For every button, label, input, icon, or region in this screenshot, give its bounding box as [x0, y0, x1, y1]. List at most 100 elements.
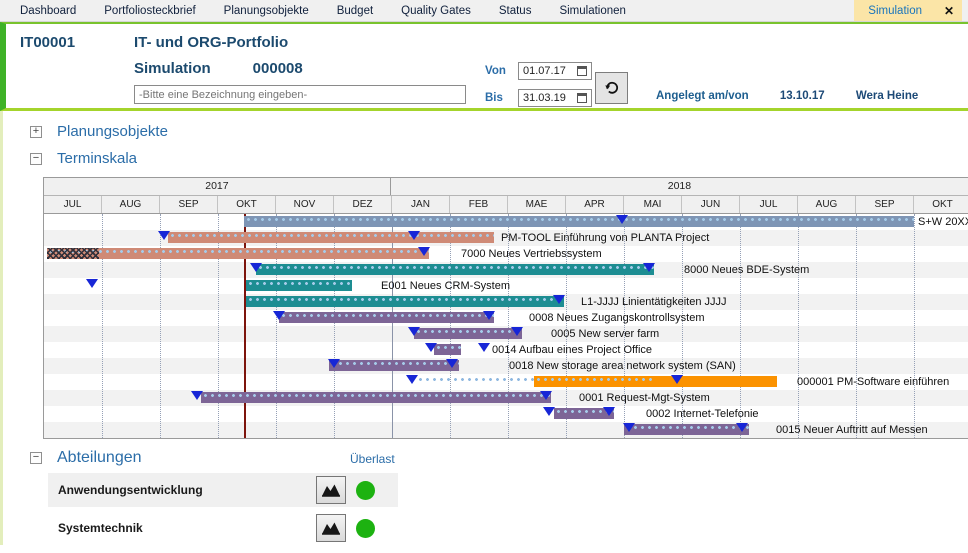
section-title-planungsobjekte[interactable]: Planungsobjekte: [57, 123, 168, 140]
tab-quality-gates[interactable]: Quality Gates: [387, 0, 485, 21]
gantt-bar[interactable]: [47, 248, 429, 259]
month-gridline: [740, 214, 741, 438]
refresh-button[interactable]: [595, 72, 628, 104]
gantt-bar[interactable]: [244, 216, 914, 227]
milestone-icon[interactable]: [540, 391, 552, 400]
gantt-bar[interactable]: [246, 280, 352, 291]
milestone-icon[interactable]: [616, 215, 628, 224]
year-cell: 2018: [391, 178, 968, 195]
bar-label: E001 Neues CRM-System: [381, 280, 510, 292]
month-cell: SEP: [160, 196, 218, 213]
tab-simulation[interactable]: Simulation: [854, 0, 936, 21]
milestone-icon[interactable]: [643, 263, 655, 272]
overload-status-indicator: [356, 519, 375, 538]
month-cell: JAN: [392, 196, 450, 213]
milestone-icon[interactable]: [623, 423, 635, 432]
gantt-chart: 20172018 JULAUGSEPOKTNOVDEZJANFEBMAEAPRM…: [43, 177, 968, 439]
ueberlast-column-header[interactable]: Überlast: [350, 452, 395, 466]
tab-spacer: [640, 0, 854, 21]
month-cell: JUL: [44, 196, 102, 213]
bis-date-value: 31.03.19: [523, 92, 577, 104]
milestone-icon[interactable]: [511, 327, 523, 336]
gantt-row: 0014 Aufbau eines Project Office: [44, 342, 968, 358]
created-info: Angelegt am/von 13.10.17 Wera Heine: [656, 90, 918, 102]
milestone-icon[interactable]: [328, 359, 340, 368]
month-cell: APR: [566, 196, 624, 213]
area-chart-icon: [321, 521, 341, 535]
collapse-icon[interactable]: −: [30, 452, 42, 464]
bar-label: 0014 Aufbau eines Project Office: [492, 344, 652, 356]
milestone-icon[interactable]: [406, 375, 418, 384]
von-date-field[interactable]: 01.07.17: [518, 62, 592, 80]
milestone-icon[interactable]: [273, 311, 285, 320]
portfolio-id: IT00001: [20, 34, 75, 51]
simulation-number: 000008: [253, 60, 303, 77]
milestone-icon[interactable]: [191, 391, 203, 400]
section-title-terminskala[interactable]: Terminskala: [57, 150, 137, 167]
milestone-icon[interactable]: [483, 311, 495, 320]
von-label: Von: [485, 65, 506, 77]
bar-label: 8000 Neues BDE-System: [684, 264, 809, 276]
gantt-bar[interactable]: [414, 328, 522, 339]
milestone-icon[interactable]: [603, 407, 615, 416]
department-row: Anwendungsentwicklung: [48, 473, 398, 507]
tab-portfoliosteckbrief[interactable]: Portfoliosteckbrief: [90, 0, 209, 21]
milestone-icon[interactable]: [543, 407, 555, 416]
month-cell: JUL: [740, 196, 798, 213]
month-cell: MAI: [624, 196, 682, 213]
milestone-icon[interactable]: [425, 343, 437, 352]
milestone-icon[interactable]: [736, 423, 748, 432]
bar-label: 0018 New storage area network system (SA…: [509, 360, 736, 372]
gantt-bar[interactable]: [246, 296, 564, 307]
calendar-icon[interactable]: [577, 93, 587, 103]
gantt-bar[interactable]: [168, 232, 494, 243]
milestone-icon[interactable]: [478, 343, 490, 352]
calendar-icon[interactable]: [577, 66, 587, 76]
close-tab-icon[interactable]: ✕: [936, 0, 962, 21]
gantt-row: 000001 PM-Software einführen: [44, 374, 968, 390]
utilization-chart-button[interactable]: [316, 514, 346, 542]
month-gridline: [914, 214, 915, 438]
overload-status-indicator: [356, 481, 375, 500]
gantt-bar[interactable]: [434, 344, 461, 355]
milestone-icon[interactable]: [408, 327, 420, 336]
milestone-icon[interactable]: [250, 263, 262, 272]
tab-simulationen[interactable]: Simulationen: [545, 0, 639, 21]
milestone-icon[interactable]: [418, 247, 430, 256]
gantt-bar[interactable]: [256, 264, 654, 275]
bar-label: 000001 PM-Software einführen: [797, 376, 949, 388]
tab-status[interactable]: Status: [485, 0, 546, 21]
tab-planungsobjekte[interactable]: Planungsobjekte: [210, 0, 323, 21]
section-title-abteilungen[interactable]: Abteilungen: [57, 449, 142, 467]
milestone-icon[interactable]: [553, 295, 565, 304]
milestone-icon[interactable]: [86, 279, 98, 288]
milestone-icon[interactable]: [408, 231, 420, 240]
gantt-bar[interactable]: [329, 360, 459, 371]
created-label: Angelegt am/von: [656, 90, 749, 102]
gantt-bar[interactable]: [624, 424, 749, 435]
gantt-bar[interactable]: [201, 392, 551, 403]
gantt-row: 8000 Neues BDE-System: [44, 262, 968, 278]
bar-label: 0002 Internet-Telefonie: [646, 408, 759, 420]
bis-label: Bis: [485, 92, 503, 104]
designation-input[interactable]: [134, 85, 466, 104]
gantt-bar[interactable]: [534, 376, 777, 387]
bar-label: 0001 Request-Mgt-System: [579, 392, 710, 404]
gantt-bar[interactable]: [279, 312, 494, 323]
bis-date-field[interactable]: 31.03.19: [518, 89, 592, 107]
bar-label: 0005 New server farm: [551, 328, 659, 340]
milestone-icon[interactable]: [158, 231, 170, 240]
area-chart-icon: [321, 483, 341, 497]
month-cell: SEP: [856, 196, 914, 213]
tab-budget[interactable]: Budget: [323, 0, 387, 21]
tab-dashboard[interactable]: Dashboard: [6, 0, 90, 21]
refresh-icon: [603, 78, 621, 99]
gantt-body: S+W 20XXPM-TOOL Einführung von PLANTA Pr…: [44, 214, 968, 438]
collapse-icon[interactable]: −: [30, 153, 42, 165]
milestone-icon[interactable]: [671, 375, 683, 384]
created-date: 13.10.17: [780, 90, 825, 102]
milestone-icon[interactable]: [446, 359, 458, 368]
bar-label: L1-JJJJ Linientätigkeiten JJJJ: [581, 296, 727, 308]
expand-icon[interactable]: +: [30, 126, 42, 138]
utilization-chart-button[interactable]: [316, 476, 346, 504]
